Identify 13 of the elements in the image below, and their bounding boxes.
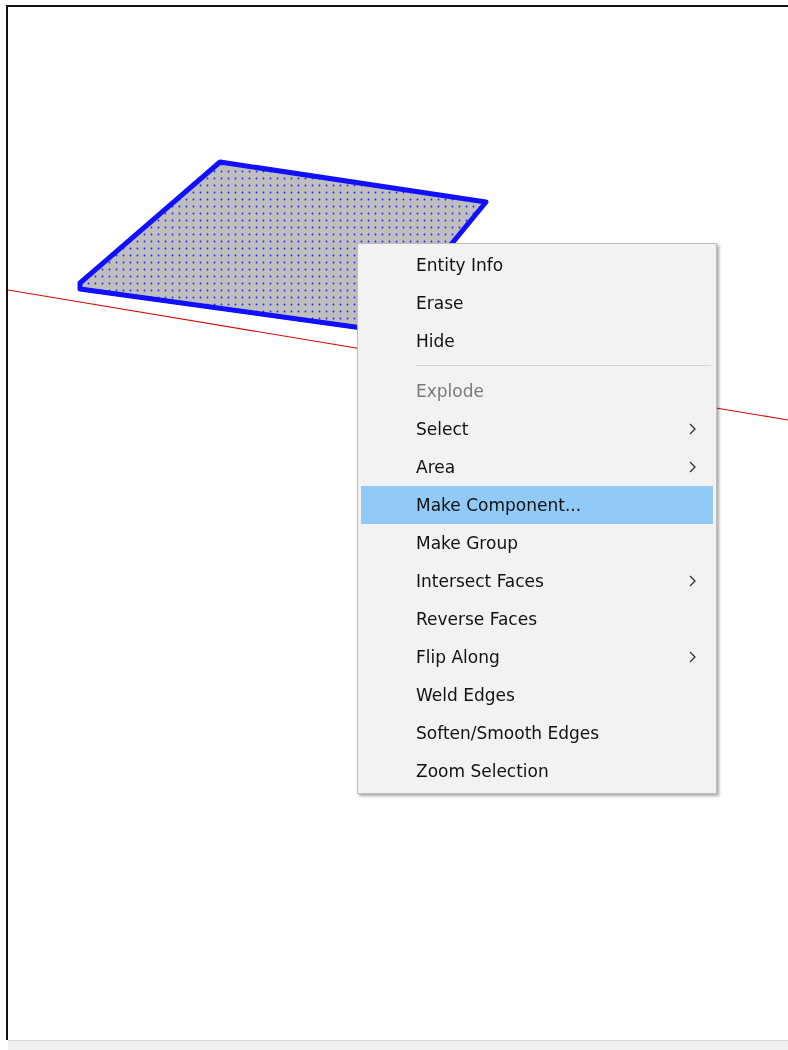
menu-item[interactable]: Select: [361, 410, 713, 448]
menu-item[interactable]: Intersect Faces: [361, 562, 713, 600]
menu-item[interactable]: Make Group: [361, 524, 713, 562]
menu-item[interactable]: Entity Info: [361, 246, 713, 284]
menu-item[interactable]: Erase: [361, 284, 713, 322]
menu-item[interactable]: Hide: [361, 322, 713, 360]
menu-item[interactable]: Flip Along: [361, 638, 713, 676]
menu-item[interactable]: Area: [361, 448, 713, 486]
menu-item[interactable]: Weld Edges: [361, 676, 713, 714]
menu-item[interactable]: Soften/Smooth Edges: [361, 714, 713, 752]
menu-item[interactable]: Zoom Selection: [361, 752, 713, 790]
menu-item[interactable]: Reverse Faces: [361, 600, 713, 638]
menu-item[interactable]: Make Component...: [361, 486, 713, 524]
